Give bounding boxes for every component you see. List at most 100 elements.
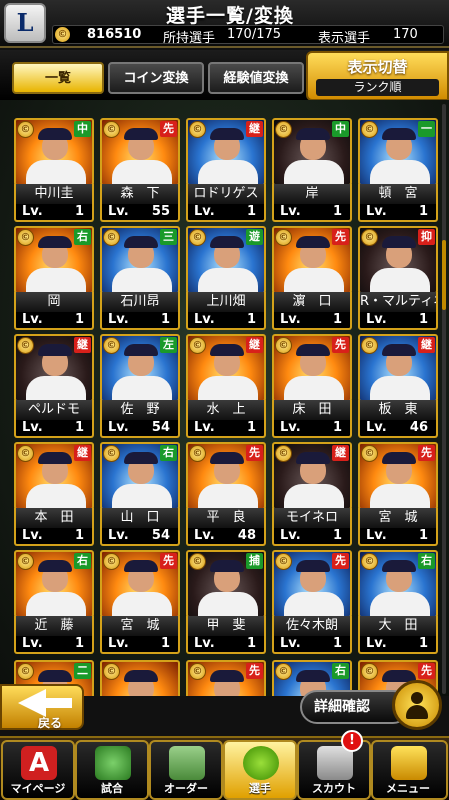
tab-exp-convert[interactable]: 経験値変換	[208, 62, 304, 94]
level-value: 1	[160, 312, 170, 327]
player-card[interactable]: © 継板 東 Lv. 46	[358, 334, 438, 438]
player-card[interactable]: © 捕甲 斐 Lv. 1	[186, 550, 266, 654]
position-badge: 先	[160, 121, 177, 137]
player-level: Lv. 1	[358, 528, 438, 546]
player-cap	[124, 344, 158, 356]
player-name: 近 藤	[14, 616, 94, 636]
player-card[interactable]: © 右大 田 Lv. 1	[358, 550, 438, 654]
coin-badge-icon: ©	[361, 553, 378, 570]
level-label: Lv.	[22, 636, 43, 651]
level-label: Lv.	[366, 636, 387, 651]
player-card[interactable]: ©先上 沢Lv.	[186, 660, 266, 696]
bottom-nav: A マイページ 試合 オーダー 選手 スカウト メニュー	[0, 736, 449, 800]
player-cap	[382, 452, 416, 464]
player-card[interactable]: ©村 田Lv.	[100, 660, 180, 696]
level-value: 46	[409, 420, 428, 435]
level-value: 1	[246, 420, 256, 435]
back-arrow-icon	[18, 689, 46, 717]
player-uniform	[112, 160, 172, 184]
player-level: Lv. 1	[358, 312, 438, 330]
player-card[interactable]: © 先床 田 Lv. 1	[272, 334, 352, 438]
player-level: Lv. 1	[358, 636, 438, 654]
player-card[interactable]: © 一頓 宮 Lv. 1	[358, 118, 438, 222]
coin-badge-icon: ©	[189, 337, 206, 354]
position-badge: 一	[418, 121, 435, 137]
level-value: 1	[332, 204, 342, 219]
player-detail-icon[interactable]	[392, 680, 442, 730]
player-name: 宮 城	[100, 616, 180, 636]
player-card[interactable]: © 継ロドリゲス Lv. 1	[186, 118, 266, 222]
player-photo: ©	[100, 660, 180, 696]
player-card[interactable]: © 右岡 Lv. 1	[14, 226, 94, 330]
player-uniform	[198, 484, 258, 508]
player-level: Lv. 1	[186, 636, 266, 654]
player-name: 本 田	[14, 508, 94, 528]
player-name: 佐 野	[100, 400, 180, 420]
scrollbar-thumb[interactable]	[442, 240, 446, 310]
back-arrow-tail	[44, 698, 72, 708]
tab-list[interactable]: 一覧	[12, 62, 104, 94]
player-photo: © 継	[186, 334, 266, 402]
nav-scout[interactable]: スカウト	[297, 740, 371, 800]
position-badge: 三	[160, 229, 177, 245]
level-value: 1	[332, 528, 342, 543]
player-card[interactable]: © 先宮 城 Lv. 1	[358, 442, 438, 546]
player-uniform	[370, 160, 430, 184]
position-badge: 先	[332, 229, 349, 245]
nav-game[interactable]: 試合	[75, 740, 149, 800]
player-cap	[124, 128, 158, 140]
player-card[interactable]: © 三石川昂 Lv. 1	[100, 226, 180, 330]
player-uniform	[26, 160, 86, 184]
nav-players[interactable]: 選手	[223, 740, 297, 800]
player-card[interactable]: © 継本 田 Lv. 1	[14, 442, 94, 546]
player-card[interactable]: © 中中川圭 Lv. 1	[14, 118, 94, 222]
player-uniform	[284, 376, 344, 400]
player-card[interactable]: ©抑R・マルティネスLv.1	[358, 226, 438, 330]
player-card[interactable]: © 継水 上 Lv. 1	[186, 334, 266, 438]
player-card[interactable]: © 先宮 城 Lv. 1	[100, 550, 180, 654]
coin-badge-icon: ©	[275, 229, 292, 246]
level-value: 1	[418, 528, 428, 543]
player-photo: © 継	[14, 334, 94, 402]
player-cap	[38, 344, 72, 356]
player-card[interactable]: © 左佐 野 Lv. 54	[100, 334, 180, 438]
nav-order[interactable]: オーダー	[149, 740, 223, 800]
coin-badge-icon: ©	[275, 663, 292, 680]
player-level: Lv. 48	[186, 528, 266, 546]
page-title: 選手一覧/変換	[166, 5, 294, 27]
player-uniform	[198, 592, 258, 616]
coin-badge-icon: ©	[361, 663, 378, 680]
player-card[interactable]: © 中岸 Lv. 1	[272, 118, 352, 222]
display-switch-button[interactable]: 表示切替 ランク順	[306, 51, 449, 101]
player-card[interactable]: © 先濵 口 Lv. 1	[272, 226, 352, 330]
player-card[interactable]: © 右山 口 Lv. 54	[100, 442, 180, 546]
coin-badge-icon: ©	[275, 121, 292, 138]
player-cap	[382, 344, 416, 356]
nav-mypage[interactable]: A マイページ	[1, 740, 75, 800]
player-card[interactable]: © 先佐々木朗 Lv. 1	[272, 550, 352, 654]
player-card[interactable]: © 先森 下 Lv. 55	[100, 118, 180, 222]
player-photo: © 捕	[186, 550, 266, 618]
level-label: Lv.	[194, 636, 215, 651]
player-card[interactable]: © 右近 藤 Lv. 1	[14, 550, 94, 654]
level-label: Lv.	[194, 204, 215, 219]
player-card[interactable]: © 先平 良 Lv. 48	[186, 442, 266, 546]
coin-badge-icon: ©	[17, 553, 34, 570]
player-cap	[296, 452, 330, 464]
player-uniform	[284, 268, 344, 292]
coin-badge-icon: ©	[103, 445, 120, 462]
player-cap	[210, 236, 244, 248]
nav-menu[interactable]: メニュー	[371, 740, 448, 800]
tab-coin-convert[interactable]: コイン変換	[108, 62, 204, 94]
player-card[interactable]: © 継ペルドモ Lv. 1	[14, 334, 94, 438]
player-photo: © 抑	[358, 226, 438, 294]
scrollbar-track[interactable]	[442, 104, 446, 694]
player-icon-body	[406, 705, 428, 719]
player-photo: © 継	[272, 442, 352, 510]
level-value: 1	[246, 204, 256, 219]
player-name: 板 東	[358, 400, 438, 420]
back-button[interactable]: 戻る	[0, 684, 84, 730]
player-card[interactable]: © 継モイネロ Lv. 1	[272, 442, 352, 546]
player-card[interactable]: © 遊上川畑 Lv. 1	[186, 226, 266, 330]
nav-mypage-label: マイページ	[10, 782, 66, 795]
